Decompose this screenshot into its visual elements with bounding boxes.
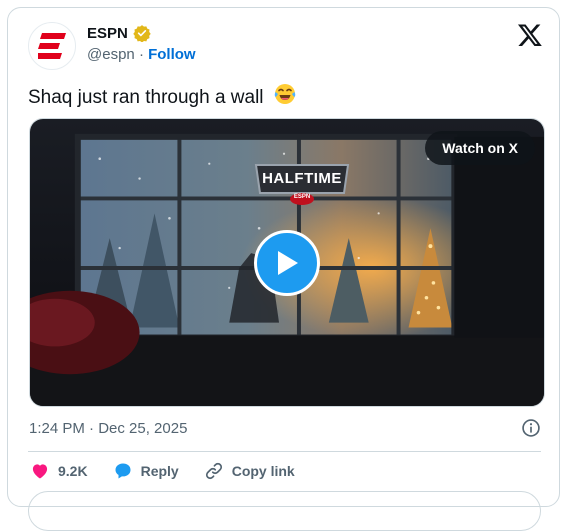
halftime-sign: HALFTIME ESPN [254, 161, 350, 207]
copy-link-label: Copy link [231, 463, 295, 479]
read-more-button[interactable] [28, 491, 541, 531]
author-info: ESPN @espn · Follow [87, 24, 196, 64]
reply-button[interactable]: Reply [113, 461, 179, 481]
heart-icon [32, 464, 48, 479]
info-icon[interactable] [521, 418, 541, 438]
tears-of-joy-emoji-icon [273, 82, 297, 114]
espn-e-logo-icon [38, 33, 66, 59]
halftime-banner-text: HALFTIME [262, 170, 342, 187]
copy-link-button[interactable]: Copy link [204, 461, 295, 481]
play-button[interactable] [254, 230, 320, 296]
tweet-actions: 9.2K Reply Copy link [30, 459, 320, 483]
reply-label: Reply [140, 463, 179, 479]
play-icon [278, 251, 298, 275]
author-name[interactable]: ESPN [87, 25, 128, 42]
watch-on-x-button[interactable]: Watch on X [425, 131, 535, 165]
divider [28, 451, 541, 452]
author-handle[interactable]: @espn [87, 46, 135, 63]
video-media[interactable]: HALFTIME ESPN Watch on X [29, 118, 545, 407]
tweet-meta: 1:24 PM · Dec 25, 2025 [29, 418, 541, 438]
reply-bubble-icon [115, 463, 131, 479]
link-icon [205, 462, 222, 480]
tweet-embed-card: ESPN @espn · Follow Shaq just ran throug… [7, 7, 560, 531]
separator-dot: · [138, 46, 144, 63]
like-count: 9.2K [58, 463, 88, 479]
halftime-banner-subtext: ESPN [293, 194, 311, 200]
timestamp[interactable]: 1:24 PM · Dec 25, 2025 [29, 420, 187, 437]
follow-button[interactable]: Follow [148, 46, 196, 63]
tweet-header: ESPN @espn · Follow [28, 22, 543, 74]
tweet-text: Shaq just ran through a wall [28, 82, 297, 114]
like-button[interactable]: 9.2K [30, 461, 88, 481]
avatar[interactable] [28, 22, 76, 70]
x-logo-icon[interactable] [517, 22, 543, 48]
tweet-body: Shaq just ran through a wall [28, 87, 264, 109]
verified-badge-icon [133, 25, 151, 42]
